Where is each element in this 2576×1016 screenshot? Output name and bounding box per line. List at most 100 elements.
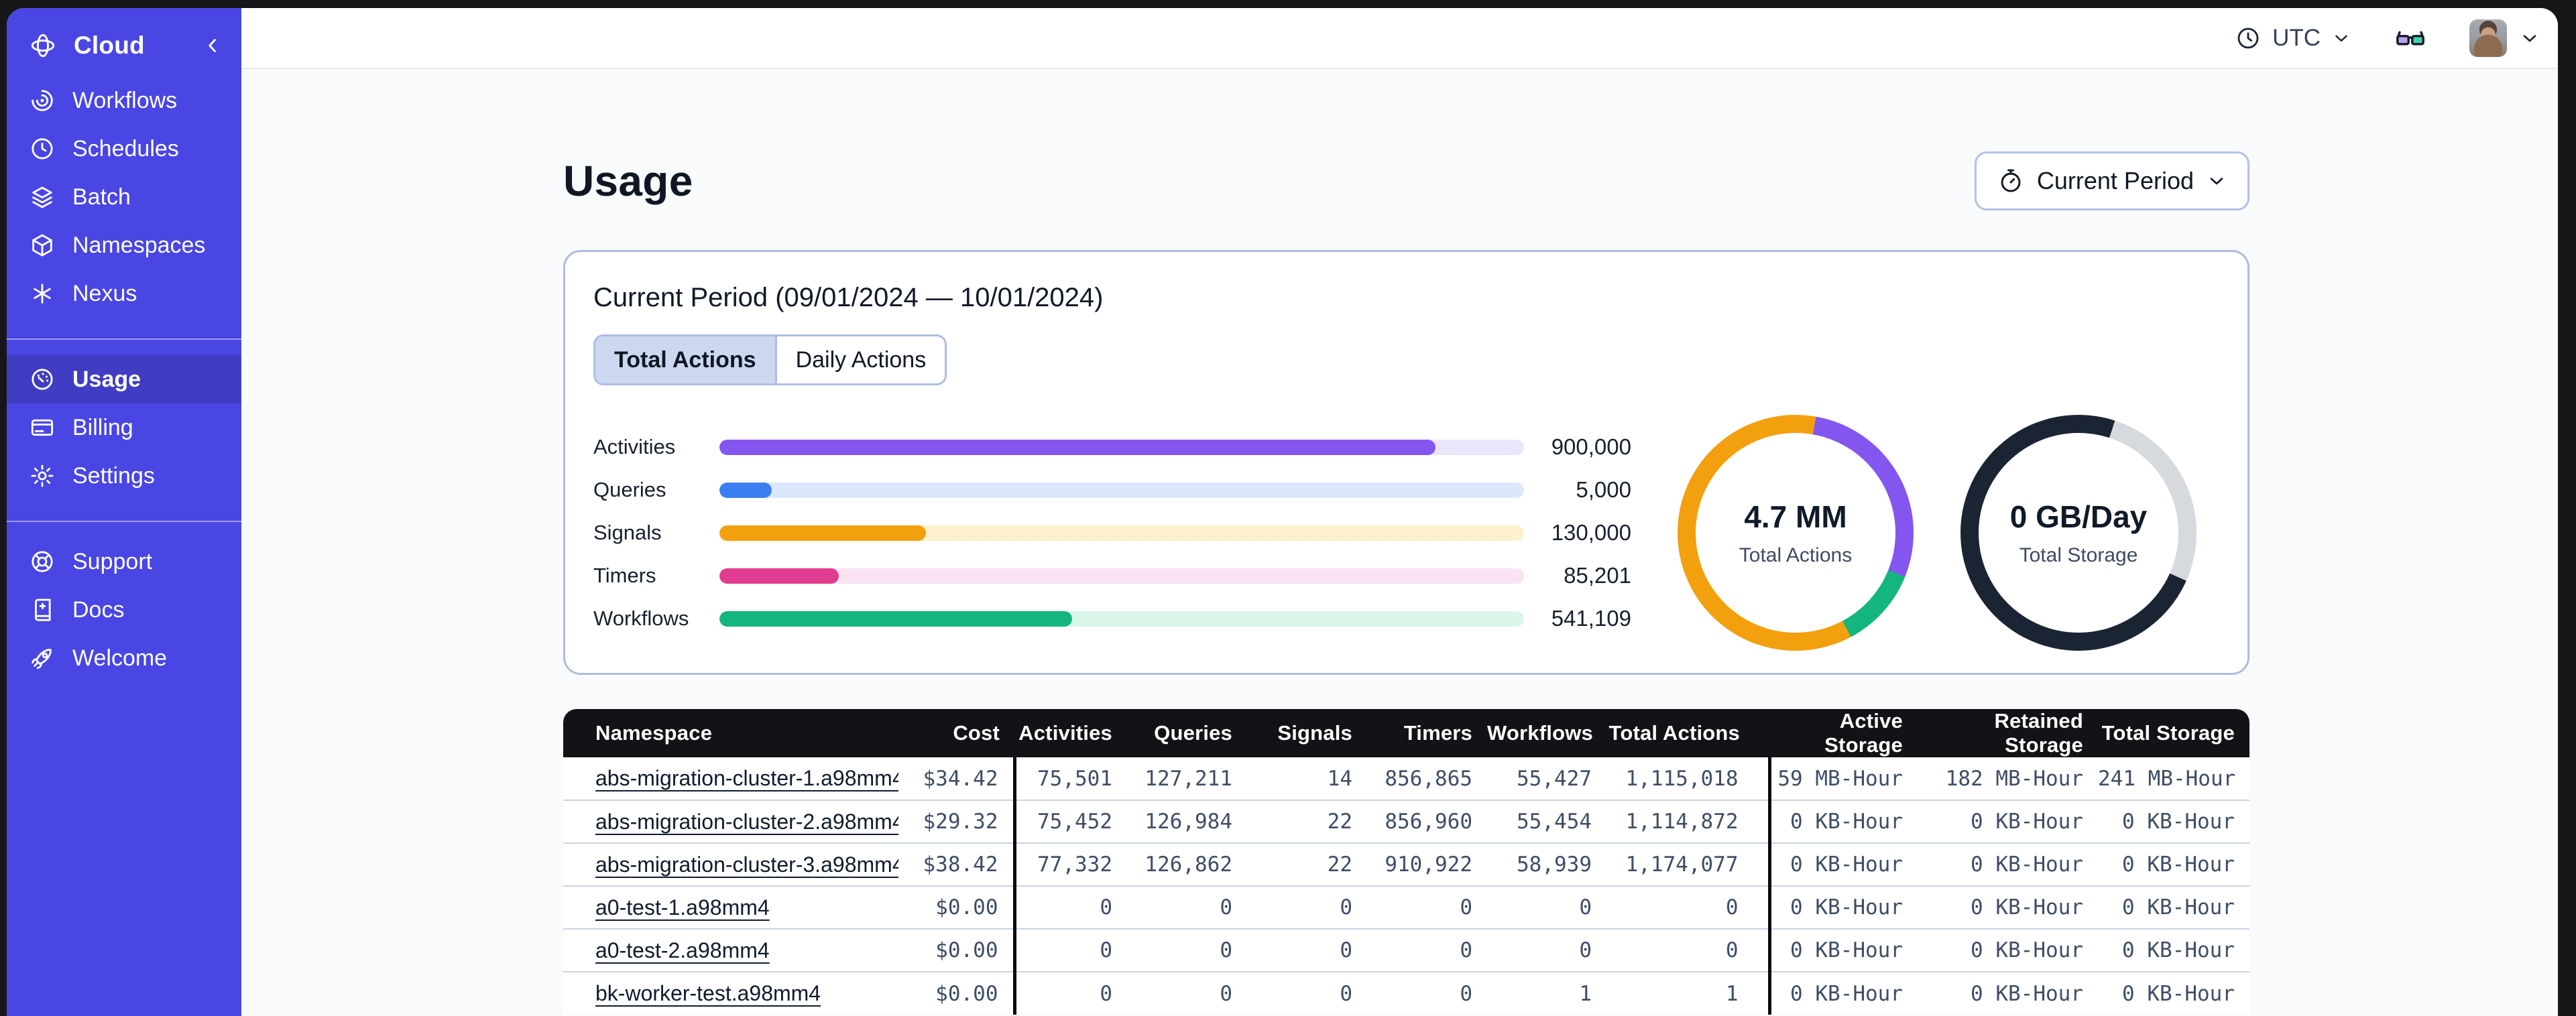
value-cell: 1,115,018: [1606, 757, 1769, 800]
sidebar-item-batch[interactable]: Batch: [7, 173, 241, 221]
value-cell: 0 KB-Hour: [1767, 800, 1918, 843]
bar-value: 5,000: [1576, 477, 1631, 502]
namespace-cell: a0-test-1.a98mm4: [563, 885, 898, 929]
value-cell: 0: [1247, 885, 1367, 929]
value-cell: 75,501: [1012, 757, 1127, 800]
value-cell: 241 MB-Hour: [2098, 757, 2249, 800]
namespace-cell: abs-migration-cluster-3.a98mm4: [563, 842, 898, 886]
docs-icon: [28, 596, 56, 623]
panel-title: Current Period (09/01/2024 — 10/01/2024): [593, 283, 1104, 312]
app-window: UTC Cloud Workflows Schedules Batch Name…: [7, 8, 2558, 1016]
value-cell: 0 KB-Hour: [2098, 842, 2249, 886]
sidebar-item-label: Workflows: [72, 87, 178, 113]
sidebar-divider: [7, 338, 241, 340]
namespace-link[interactable]: bk-worker-test.a98mm4: [595, 981, 821, 1005]
value-cell: 0: [1127, 885, 1247, 929]
value-cell: 0: [1127, 971, 1247, 1015]
glasses-icon[interactable]: [2393, 23, 2428, 53]
clock-icon: [2235, 25, 2262, 52]
value-cell: 0: [1012, 971, 1127, 1015]
actions-tab-group: Total Actions Daily Actions: [593, 334, 947, 385]
support-icon: [28, 548, 56, 575]
donut-value: 4.7 MM: [1744, 499, 1847, 534]
value-cell: $0.00: [898, 928, 1014, 972]
sidebar-item-usage[interactable]: Usage: [7, 355, 241, 403]
namespace-link[interactable]: a0-test-2.a98mm4: [595, 938, 770, 962]
value-cell: 0 KB-Hour: [1767, 885, 1918, 929]
value-cell: 58,939: [1487, 842, 1606, 886]
bar-value: 130,000: [1551, 520, 1631, 545]
column-header-cost: Cost: [898, 709, 1014, 757]
sidebar-item-settings[interactable]: Settings: [7, 452, 241, 500]
bar-fill: [719, 568, 839, 584]
namespace-usage-table: Namespace Cost Activities Queries Signals Tim…: [563, 709, 2249, 1015]
value-cell: 0: [1606, 928, 1769, 972]
sidebar-collapse-button[interactable]: [201, 34, 224, 57]
sidebar-item-nexus[interactable]: Nexus: [7, 269, 241, 318]
sidebar-item-billing[interactable]: Billing: [7, 403, 241, 452]
namespace-cell: abs-migration-cluster-1.a98mm4: [563, 757, 898, 800]
value-cell: 182 MB-Hour: [1918, 757, 2098, 800]
bar-row-queries: Queries 5,000: [593, 468, 1631, 511]
value-cell: 856,865: [1367, 757, 1487, 800]
bar-row-workflows: Workflows 541,109: [593, 597, 1631, 640]
table-row: bk-worker-test.a98mm4 $0.00 0 0 0 0 1 1 0 KB-Hou…: [563, 971, 2249, 1015]
value-cell: 0 KB-Hour: [1767, 971, 1918, 1015]
value-cell: $0.00: [898, 885, 1014, 929]
column-header-total-storage: Total Storage: [2098, 709, 2249, 757]
value-cell: 59 MB-Hour: [1767, 757, 1918, 800]
namespace-link[interactable]: a0-test-1.a98mm4: [595, 895, 770, 919]
topbar: UTC: [241, 8, 2558, 69]
bar-fill: [719, 439, 1436, 455]
account-menu[interactable]: [2469, 19, 2540, 57]
namespace-link[interactable]: abs-migration-cluster-1.a98mm4: [595, 766, 898, 790]
sidebar-item-label: Namespaces: [72, 232, 206, 258]
value-cell: $0.00: [898, 971, 1014, 1015]
chevron-down-icon: [2331, 28, 2351, 48]
page-title: Usage: [563, 157, 693, 205]
sidebar-item-namespaces[interactable]: Namespaces: [7, 221, 241, 269]
column-header-workflows: Workflows: [1487, 709, 1606, 757]
tab-daily-actions[interactable]: Daily Actions: [774, 336, 945, 383]
value-cell: $38.42: [898, 842, 1014, 886]
bar-row-activities: Activities 900,000: [593, 426, 1631, 468]
sidebar-item-schedules[interactable]: Schedules: [7, 125, 241, 173]
bar-track: [719, 611, 1524, 627]
namespace-cell: bk-worker-test.a98mm4: [563, 971, 898, 1015]
usage-donuts: 4.7 MM Total Actions 0 GB/Day Total Storage: [1678, 415, 2197, 651]
app-screen: UTC Cloud Workflows Schedules Batch Name…: [0, 0, 2576, 1016]
value-cell: 0 KB-Hour: [1918, 800, 2098, 843]
value-cell: 0: [1367, 971, 1487, 1015]
sidebar-divider: [7, 521, 241, 522]
value-cell: 1,174,077: [1606, 842, 1769, 886]
donut-center: 4.7 MM Total Actions: [1678, 415, 1914, 651]
value-cell: 0: [1247, 971, 1367, 1015]
sidebar-item-label: Usage: [72, 366, 141, 392]
value-cell: 0 KB-Hour: [2098, 971, 2249, 1015]
namespace-link[interactable]: abs-migration-cluster-2.a98mm4: [595, 810, 898, 834]
bar-track: [719, 568, 1524, 584]
brand-label: Cloud: [74, 31, 145, 59]
bar-label: Queries: [593, 478, 666, 501]
timezone-selector[interactable]: UTC: [2235, 25, 2351, 52]
sidebar-item-label: Schedules: [72, 135, 179, 162]
sidebar-nav: Workflows Schedules Batch Namespaces Nexus Us…: [7, 76, 241, 682]
table-header-row: Namespace Cost Activities Queries Signals Tim…: [563, 709, 2249, 757]
sidebar-item-support[interactable]: Support: [7, 537, 241, 586]
billing-icon: [28, 414, 56, 441]
tab-total-actions[interactable]: Total Actions: [595, 336, 775, 383]
sidebar-item-docs[interactable]: Docs: [7, 586, 241, 634]
value-cell: 0: [1487, 928, 1606, 972]
value-cell: $34.42: [898, 757, 1014, 800]
bar-label: Timers: [593, 564, 656, 587]
sidebar-item-label: Docs: [72, 596, 125, 623]
bar-track: [719, 439, 1524, 455]
bar-label: Workflows: [593, 607, 689, 630]
settings-icon: [28, 462, 56, 489]
column-header-namespace: Namespace: [563, 709, 898, 757]
sidebar-item-workflows[interactable]: Workflows: [7, 76, 241, 125]
sidebar-item-welcome[interactable]: Welcome: [7, 634, 241, 682]
namespace-link[interactable]: abs-migration-cluster-3.a98mm4: [595, 852, 898, 877]
value-cell: 0: [1127, 928, 1247, 972]
period-selector-button[interactable]: Current Period: [1974, 151, 2249, 210]
